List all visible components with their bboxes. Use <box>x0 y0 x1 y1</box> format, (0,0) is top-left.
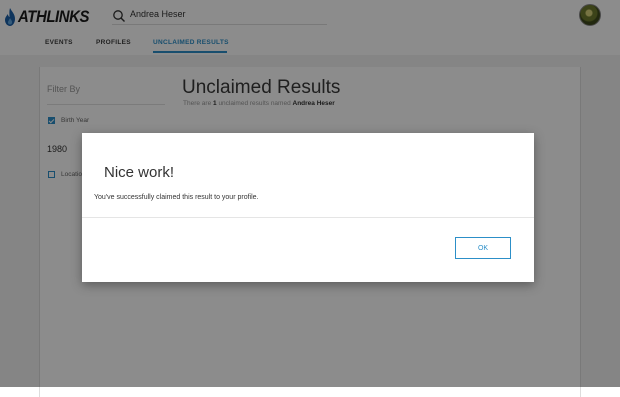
ok-button[interactable]: OK <box>455 237 511 259</box>
success-dialog: Nice work! You've successfully claimed t… <box>82 133 534 282</box>
dialog-title: Nice work! <box>104 164 175 181</box>
dialog-message: You've successfully claimed this result … <box>94 194 259 201</box>
dialog-divider <box>82 217 534 218</box>
